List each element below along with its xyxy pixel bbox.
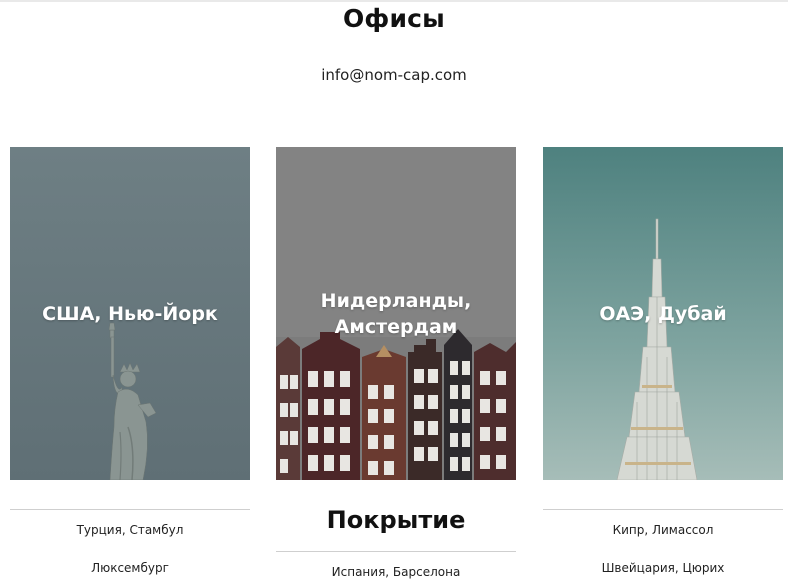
location-barcelona: Испания, Барселона (331, 565, 461, 579)
offices-title: Офисы (342, 4, 445, 33)
office-card-dubai[interactable]: ОАЭ, Дубай (543, 147, 783, 480)
center-divider (276, 551, 516, 552)
location-luxembourg: Люксембург (91, 561, 169, 575)
office-card-amsterdam[interactable]: Нидерланды, Амстердам (276, 147, 516, 480)
office-card-label-line1: Нидерланды, (320, 290, 472, 312)
location-istanbul: Турция, Стамбул (76, 523, 184, 537)
coverage-title: Покрытие (326, 506, 466, 534)
office-card-new-york[interactable]: США, Нью-Йорк (10, 147, 250, 480)
office-card-label: США, Нью-Йорк (42, 303, 218, 325)
office-card-label: ОАЭ, Дубай (599, 303, 727, 325)
top-divider (0, 0, 788, 2)
location-zurich: Швейцария, Цюрих (601, 561, 725, 575)
left-divider (10, 509, 250, 510)
email-link[interactable]: info@nom-cap.com (0, 66, 788, 84)
location-limassol: Кипр, Лимассол (612, 523, 714, 537)
office-card-label: Нидерланды, Амстердам (276, 288, 516, 340)
right-divider (543, 509, 783, 510)
office-card-label-line2: Амстердам (334, 316, 458, 338)
